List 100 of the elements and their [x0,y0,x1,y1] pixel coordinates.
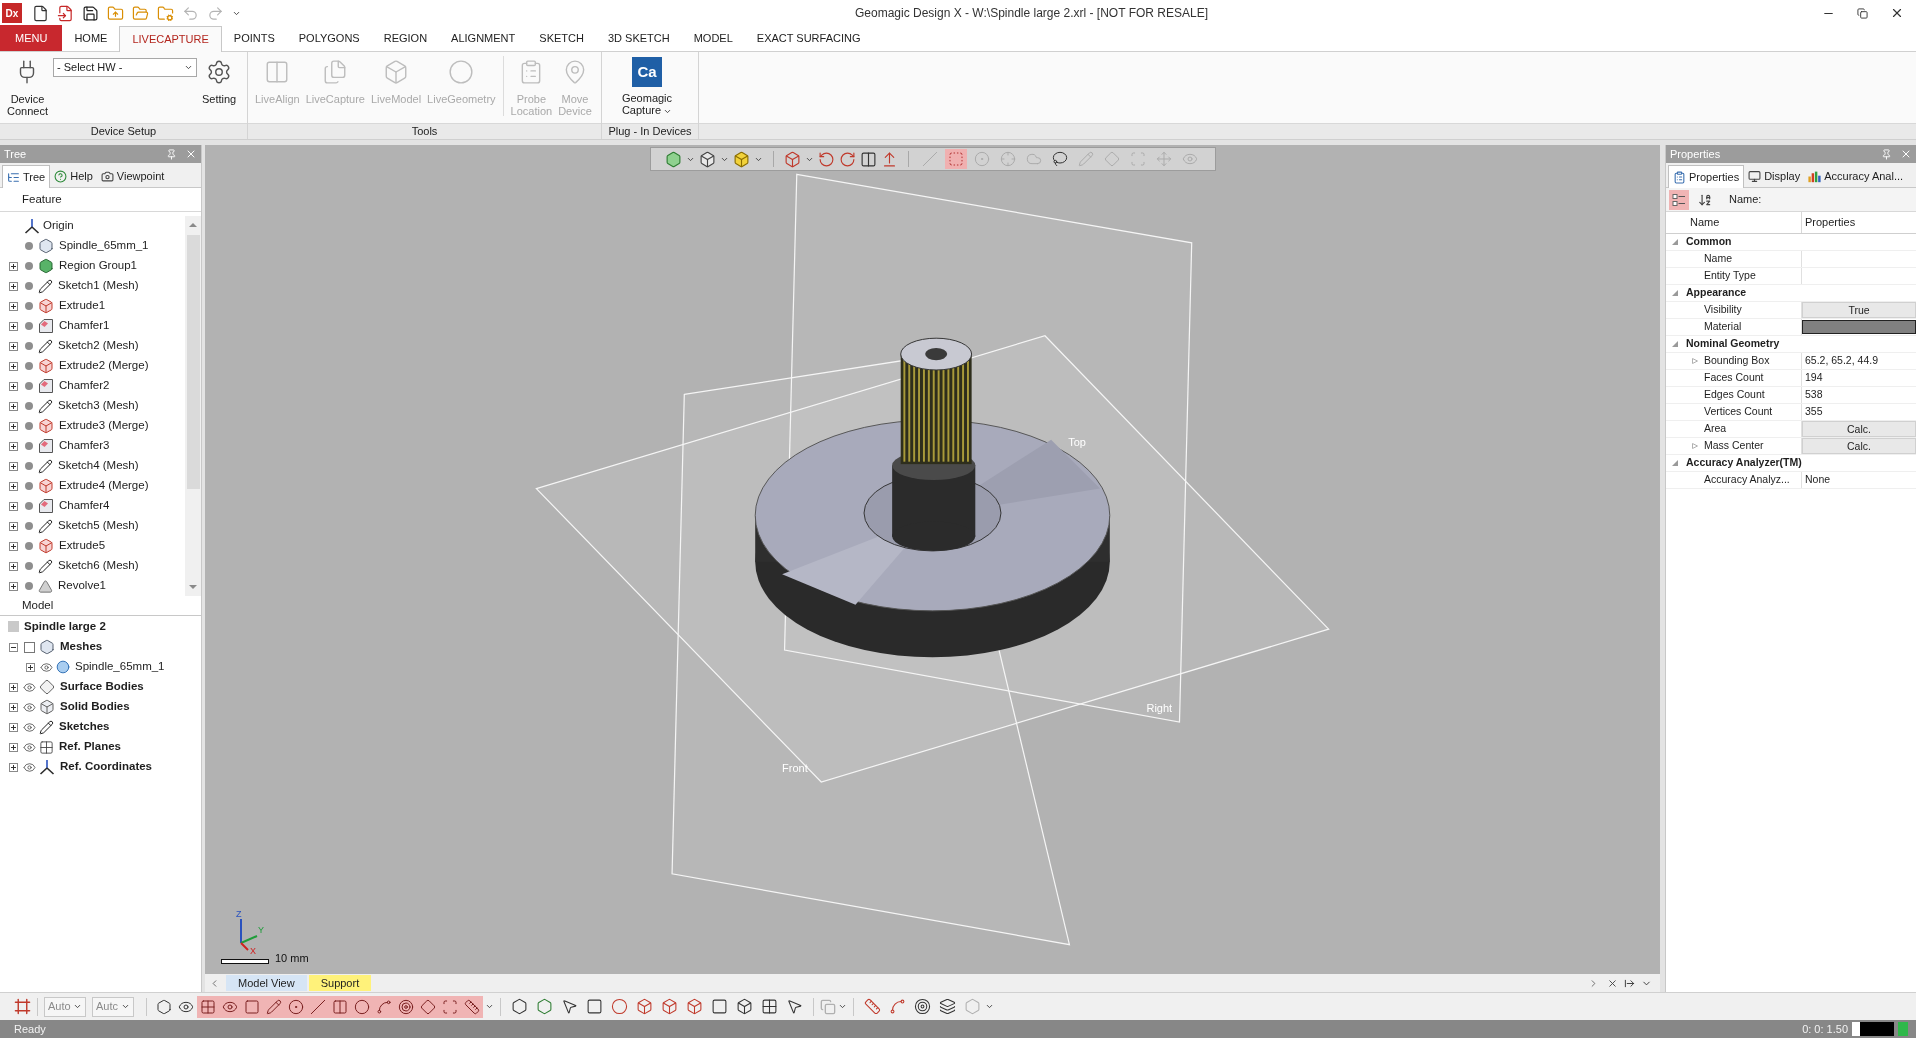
square-icon[interactable] [711,998,728,1015]
tree-item[interactable]: Sketch5 (Mesh) [58,517,139,535]
layers-icon[interactable] [939,998,956,1015]
value-button[interactable]: Calc. [1802,438,1916,454]
import-icon[interactable] [57,4,74,22]
arrow-icon[interactable] [1624,977,1635,989]
ribbon-button[interactable]: Ca Geomagic Capture [606,52,688,120]
tree-item[interactable]: Surface Bodies [60,678,144,696]
tree-item[interactable]: Region Group1 [59,257,137,275]
checkbox[interactable] [24,641,35,653]
tree-item[interactable]: Extrude5 [59,537,106,555]
caret-icon[interactable] [485,1002,494,1011]
panel-tab[interactable]: Help [50,165,97,187]
restore-icon[interactable] [1857,7,1868,19]
folder-arrow-icon[interactable] [107,4,124,22]
ribbon-tab[interactable]: ALIGNMENT [439,26,528,51]
tree-item[interactable]: Ref. Planes [59,738,121,756]
ribbon-tab[interactable]: 3D SKETCH [595,26,682,51]
hexagon-icon[interactable] [511,998,528,1015]
expander-icon[interactable] [8,642,18,652]
panel-tab[interactable]: Display [1744,165,1805,187]
expander-icon[interactable] [8,441,18,451]
ribbon-tab[interactable]: HOME [62,26,120,51]
value-button[interactable]: True [1802,302,1916,318]
tree-item[interactable]: Spindle large 2 [24,617,106,636]
scroll-up-icon[interactable] [188,222,198,228]
expander-icon[interactable] [8,682,18,692]
ribbon-tab[interactable]: POINTS [221,26,287,51]
tree-item[interactable]: Chamfer2 [59,377,110,395]
ribbon-button[interactable]: Setting [198,52,240,120]
expander-icon[interactable] [8,561,18,571]
expander-icon[interactable] [8,421,18,431]
tree-item[interactable]: Sketch1 (Mesh) [58,277,139,295]
tree-item[interactable]: Origin [43,217,74,235]
eye-icon[interactable] [23,760,36,774]
columns-icon[interactable] [859,150,877,168]
circle-icon[interactable] [611,998,628,1015]
close-icon[interactable] [1890,6,1904,20]
expander-icon[interactable] [25,662,35,672]
new-file-icon[interactable] [32,4,49,22]
expander-icon[interactable] [8,281,18,291]
tree-item[interactable]: Meshes [60,638,103,656]
hexagon-icon[interactable] [536,998,553,1015]
caret-icon[interactable] [838,1002,847,1011]
cube-icon[interactable] [636,998,653,1015]
panel-tab[interactable]: Tree [2,165,51,188]
eye-icon[interactable] [23,700,36,714]
tree-item[interactable]: Sketch6 (Mesh) [58,557,139,575]
scrollbar[interactable] [185,216,201,596]
rotate-left-icon[interactable] [817,150,835,168]
scroll-thumb[interactable] [186,235,200,489]
eye-icon[interactable] [23,680,36,694]
cursor-icon[interactable] [561,998,578,1015]
frame-icon[interactable] [14,998,31,1015]
scroll-down-icon[interactable] [188,584,198,590]
ruler-icon[interactable] [864,998,881,1015]
expander-icon[interactable] [8,501,18,511]
cube-icon[interactable] [661,998,678,1015]
cube-icon[interactable] [736,998,753,1015]
expander-icon[interactable] [8,261,18,271]
tree-item[interactable]: Sketch2 (Mesh) [58,337,139,355]
tree-item[interactable]: Extrude1 [59,297,106,315]
expander-icon[interactable] [8,722,18,732]
tree-item[interactable]: Chamfer4 [59,497,110,515]
ribbon-tab[interactable]: SKETCH [527,26,596,51]
view-mode-button[interactable] [1669,189,1689,210]
expander-icon[interactable] [8,521,18,531]
tree-item[interactable]: Extrude4 (Merge) [59,477,149,495]
tree-item[interactable]: Ref. Coordinates [60,758,152,776]
ribbon-tab[interactable]: REGION [371,26,440,51]
target-icon[interactable] [914,998,931,1015]
menu-button[interactable]: MENU [0,25,63,51]
expander-icon[interactable] [8,401,18,411]
expander-icon[interactable] [8,361,18,371]
expander-icon[interactable] [8,381,18,391]
eye-icon[interactable] [40,660,53,674]
tree-item[interactable]: Extrude2 (Merge) [59,357,149,375]
collapse-triangle-icon[interactable] [1672,460,1678,466]
cursor-icon[interactable] [786,998,803,1015]
rotate-right-icon[interactable] [838,150,856,168]
ribbon-tab[interactable]: POLYGONS [286,26,372,51]
curve-icon[interactable] [889,998,906,1015]
expander-icon[interactable] [8,341,18,351]
expander-icon[interactable] [8,481,18,491]
panel-tab[interactable]: Accuracy Anal... [1804,165,1908,187]
ribbon-tab[interactable]: MODEL [681,26,745,51]
view-tab[interactable]: Support [308,975,372,991]
value-button[interactable]: Calc. [1802,421,1916,437]
caret-icon[interactable] [73,1002,82,1011]
tree-item[interactable]: Chamfer1 [59,317,110,335]
tree-item[interactable]: Sketch4 (Mesh) [58,457,139,475]
cube-icon[interactable] [686,998,703,1015]
panel-tab[interactable]: Properties [1668,165,1745,188]
color-swatch-icon[interactable] [1802,320,1916,334]
caret-icon[interactable] [183,63,193,72]
tree-item[interactable]: Solid Bodies [60,698,130,716]
tree-item[interactable]: Chamfer3 [59,437,110,455]
eye-icon[interactable] [23,720,36,734]
tree-item[interactable]: Extrude3 (Merge) [59,417,149,435]
caret-icon[interactable] [121,1002,130,1011]
